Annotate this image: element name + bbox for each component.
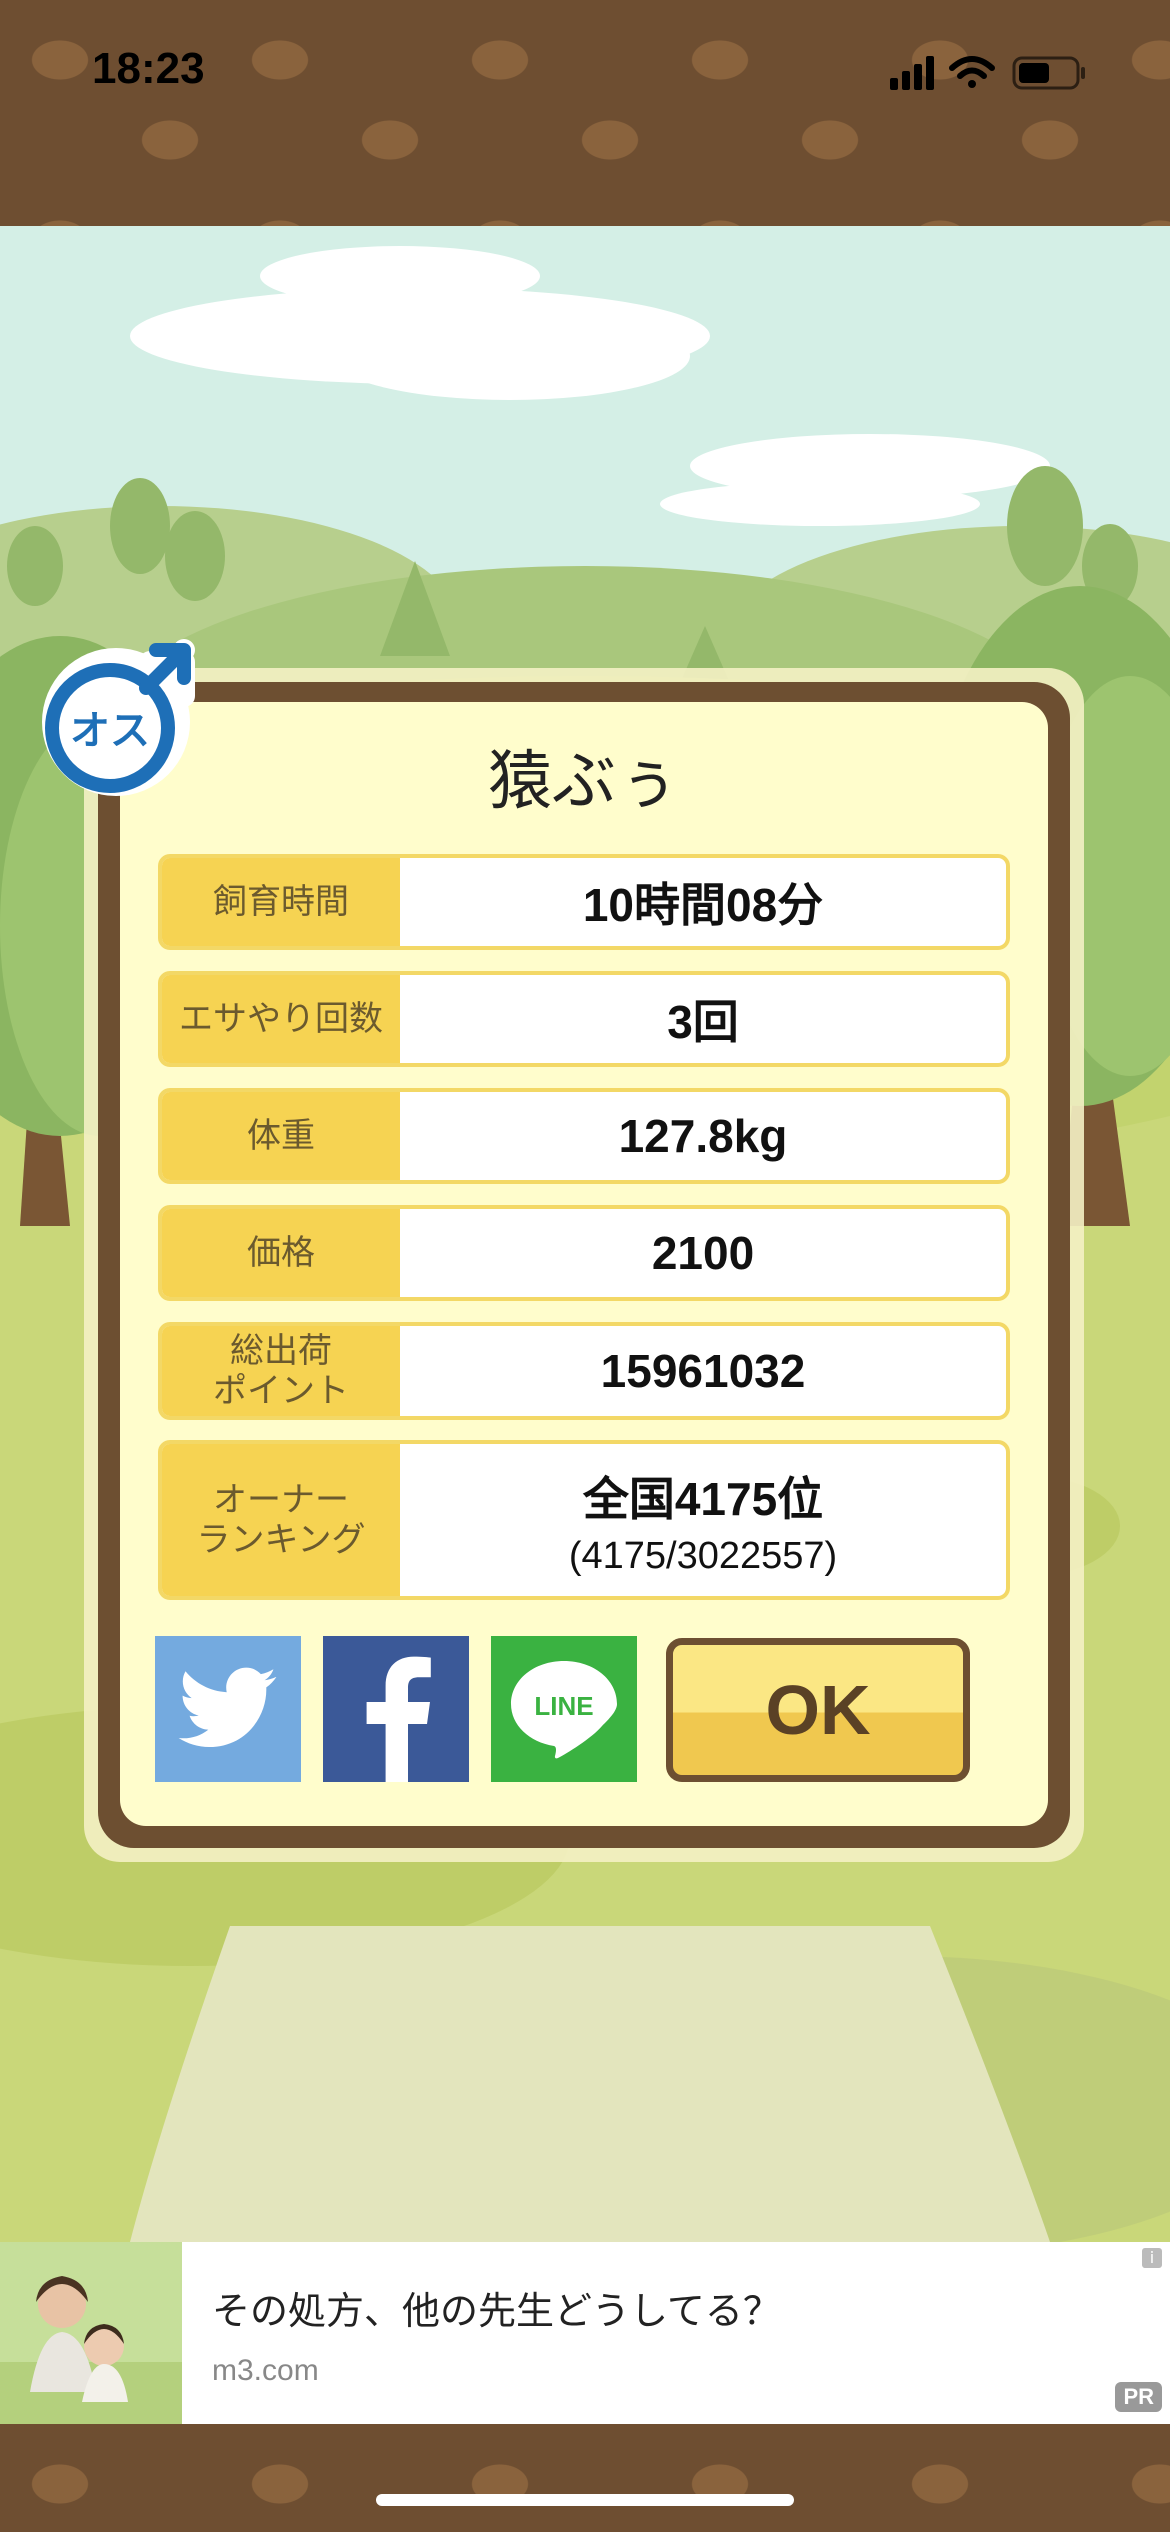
stat-label: エサやり回数 [162,975,400,1063]
ad-banner[interactable]: その処方、他の先生どうしてる？ m3.com i PR [0,2242,1170,2424]
stat-value: 15961032 [600,1345,806,1397]
footer-pattern [0,2424,1170,2532]
stat-row-feed-count: エサやり回数 3回 [158,971,1010,1067]
ad-info-icon[interactable]: i [1142,2248,1162,2268]
stat-label: 飼育時間 [162,858,400,946]
home-indicator[interactable] [376,2494,794,2506]
stat-value: 127.8kg [618,1110,788,1162]
stat-row-owner-ranking: オーナー ランキング 全国4175位 (4175/3022557) [158,1440,1010,1600]
ok-button[interactable]: OK [666,1638,970,1782]
stat-value: 10時間08分 [582,879,824,931]
signal-icon [890,56,934,90]
ad-domain: m3.com [212,2354,319,2387]
stat-value: 全国4175位 [582,1472,824,1525]
stat-row-time: 飼育時間 10時間08分 [158,854,1010,950]
wifi-icon [949,56,995,88]
line-share-button[interactable]: LINE [491,1636,637,1782]
line-icon: LINE [511,1661,617,1759]
stat-subvalue: (4175/3022557) [568,1534,838,1577]
battery-icon [1012,56,1085,90]
pet-name-title: 猿ぶぅ [488,745,680,819]
male-gender-badge: オス [42,639,195,796]
status-time: 18:23 [92,44,205,93]
header-pattern [0,0,1170,226]
twitter-icon [178,1667,277,1747]
line-label: LINE [534,1691,593,1721]
twitter-share-button[interactable] [155,1636,301,1782]
stat-value: 3回 [667,996,739,1048]
ad-thumbnail [0,2242,182,2424]
stat-row-price: 価格 2100 [158,1205,1010,1301]
stat-label: 総出荷 ポイント [162,1326,400,1416]
gender-badge-label: オス [70,708,150,754]
stat-row-shipping-points: 総出荷 ポイント 15961032 [158,1322,1010,1420]
ad-title: その処方、他の先生どうしてる？ [212,2289,781,2333]
facebook-share-button[interactable] [323,1636,469,1782]
stat-value: 2100 [651,1227,755,1279]
stat-label: オーナー ランキング [162,1444,400,1596]
stat-label: 体重 [162,1092,400,1180]
stat-row-weight: 体重 127.8kg [158,1088,1010,1184]
status-icons [890,56,1085,90]
ad-pr-badge: PR [1115,2382,1162,2412]
stat-label: 価格 [162,1209,400,1297]
facebook-icon [366,1656,431,1782]
